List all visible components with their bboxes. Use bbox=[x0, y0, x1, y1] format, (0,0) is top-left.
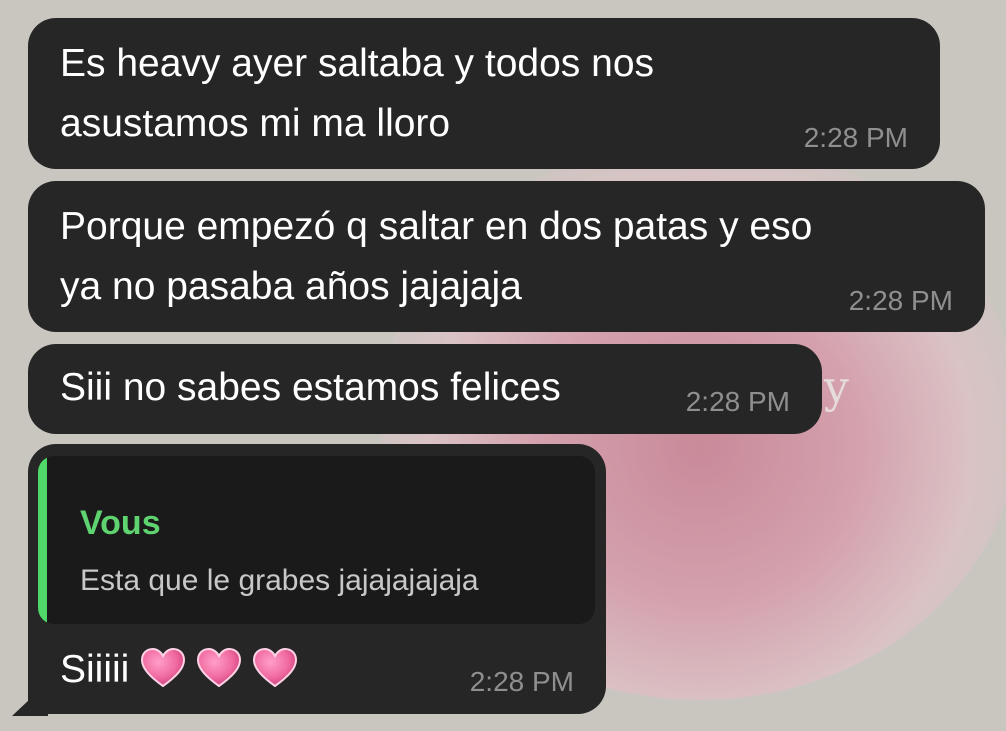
quote-accent-bar bbox=[38, 456, 47, 624]
message-bubble[interactable]: Es heavy ayer saltaba y todos nos asusta… bbox=[28, 18, 940, 169]
message-line: asustamos mi ma lloro bbox=[60, 102, 451, 145]
quote-text: Esta que le grabes jajajajajaja bbox=[80, 564, 479, 597]
message-line: ya no pasaba años jajajaja bbox=[60, 265, 522, 308]
message-timestamp: 2:28 PM bbox=[469, 666, 574, 697]
message-line: Porque empezó q saltar en dos patas y es… bbox=[60, 205, 813, 248]
message-bubble[interactable]: Siii no sabes estamos felices 2:28 PM bbox=[28, 344, 822, 434]
message-line: Es heavy ayer saltaba y todos nos bbox=[60, 42, 655, 85]
message-bubble-reply[interactable]: Vous Esta que le grabes jajajajajaja Sii… bbox=[28, 444, 606, 714]
heart-icon bbox=[197, 646, 242, 688]
message-timestamp: 2:28 PM bbox=[848, 285, 953, 316]
quoted-message[interactable]: Vous Esta que le grabes jajajajajaja bbox=[38, 456, 595, 624]
heart-icon bbox=[141, 646, 186, 688]
message-bubble[interactable]: Porque empezó q saltar en dos patas y es… bbox=[28, 181, 985, 332]
wallpaper-letter: y bbox=[824, 362, 849, 413]
message-timestamp: 2:28 PM bbox=[685, 386, 790, 417]
quote-author: Vous bbox=[80, 504, 161, 542]
heart-icon bbox=[253, 646, 298, 688]
message-line: Siiiii bbox=[60, 640, 298, 700]
message-text: Siiiii bbox=[60, 648, 130, 691]
message-timestamp: 2:28 PM bbox=[803, 122, 908, 153]
message-line: Siii no sabes estamos felices bbox=[60, 366, 561, 409]
